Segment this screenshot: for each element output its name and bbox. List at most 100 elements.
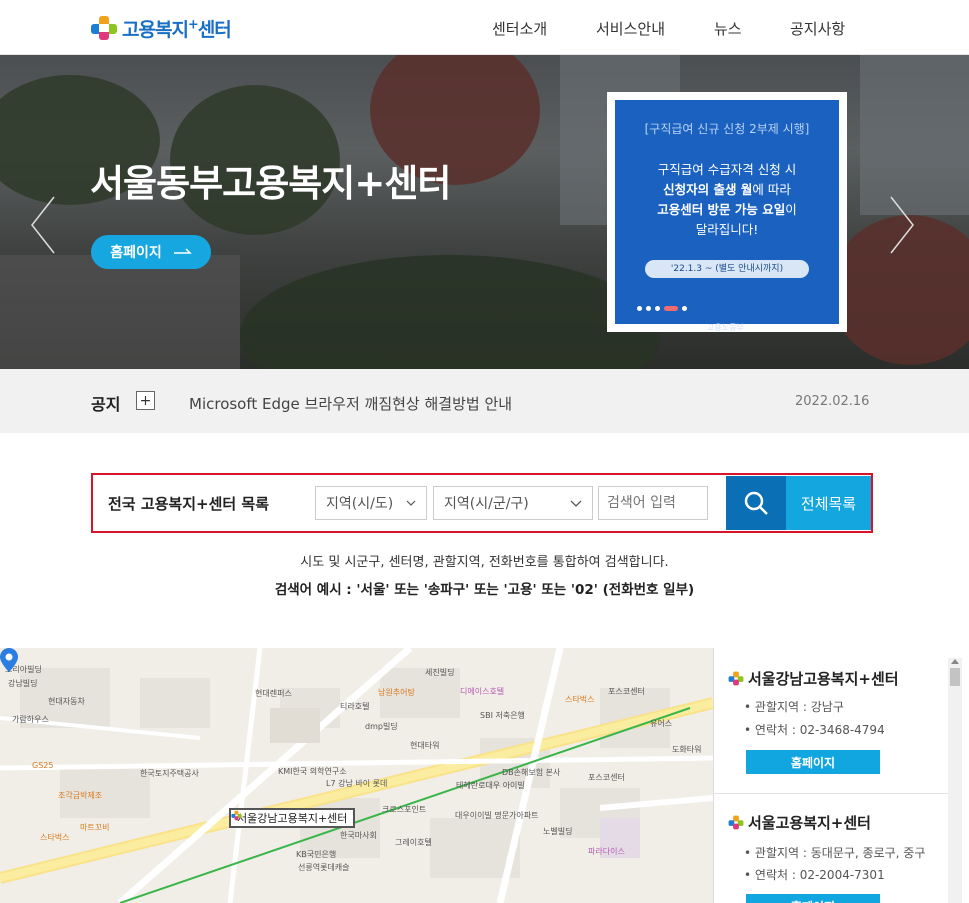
pagination-dot[interactable] — [637, 306, 642, 311]
center-map[interactable]: 코리아빌딩 강남빌딩 현대자동차 가람하우스 GS25 조각금박제조 스타벅스 … — [0, 648, 713, 903]
hero-title: 서울동부고용복지+센터 — [90, 162, 451, 205]
pagination-dot[interactable] — [655, 306, 660, 311]
scroll-up-icon[interactable] — [951, 659, 959, 664]
map-marker-label[interactable]: 서울강남고용복지+센터 — [229, 808, 356, 828]
marker-label-text: 서울강남고용복지+센터 — [237, 812, 348, 825]
region-sido-select[interactable]: 지역(시/도) — [315, 486, 427, 520]
notice-title: 공지 — [91, 395, 121, 414]
map-label: 유어스 — [650, 719, 673, 728]
building-shape — [0, 255, 240, 369]
select-value: 지역(시/군/구) — [444, 496, 529, 512]
map-label: 도화타워 — [672, 745, 702, 754]
map-label: 강남빌딩 — [8, 679, 38, 688]
map-label: 티라호텔 — [340, 702, 370, 711]
logo-cross-icon — [231, 810, 242, 821]
site-logo[interactable]: 고용복지+센터 — [90, 14, 232, 42]
list-scrollbar[interactable] — [948, 658, 962, 903]
map-label: 현대렌퍼스 — [255, 689, 292, 698]
promo-inner: [구직급여 신규 신청 2부제 시행] 구직급여 수급자격 신청 시 신청자의 … — [615, 100, 839, 332]
center-name-text: 서울고용복지+센터 — [748, 814, 871, 832]
promo-card[interactable]: [구직급여 신규 신청 2부제 시행] 구직급여 수급자격 신청 시 신청자의 … — [607, 92, 847, 332]
promo-tag: [구직급여 신규 신청 2부제 시행] — [644, 122, 810, 136]
nav-center-intro[interactable]: 센터소개 — [492, 18, 596, 39]
center-area: • 관할지역 : 강남구 — [744, 700, 844, 714]
map-label: 스타벅스 — [40, 833, 70, 842]
map-label: GS25 — [32, 761, 54, 770]
map-pin-icon[interactable] — [0, 648, 18, 672]
promo-line: 구직급여 수급자격 신청 시 — [657, 162, 797, 177]
map-label: 테헤란로대우 아이빌 — [456, 781, 525, 790]
search-input[interactable] — [598, 486, 708, 520]
map-label: 스타벅스 — [565, 695, 595, 704]
map-label: 크로스포인트 — [382, 805, 427, 814]
promo-pagination[interactable] — [637, 306, 687, 311]
map-label: 한국토지주택공사 — [140, 769, 199, 778]
map-label: 가람하우스 — [12, 715, 49, 724]
map-label: dmp빌딩 — [365, 722, 398, 731]
pagination-dot[interactable] — [682, 306, 687, 311]
center-name: 서울고용복지+센터 — [728, 812, 871, 833]
notice-link[interactable]: Microsoft Edge 브라우저 깨짐현상 해결방법 안내 — [189, 393, 512, 414]
nav-news[interactable]: 뉴스 — [714, 18, 790, 39]
center-phone: • 연락처 : 02-3468-4794 — [744, 723, 885, 737]
pagination-dot[interactable] — [646, 306, 651, 311]
center-card[interactable]: 서울고용복지+센터 • 관할지역 : 동대문구, 종로구, 중구 • 연락처 :… — [714, 794, 950, 903]
logo-cross-icon — [728, 671, 744, 686]
tree-shape — [240, 255, 660, 369]
notice-bar: 공지 + Microsoft Edge 브라우저 깨짐현상 해결방법 안내 20… — [0, 369, 969, 433]
map-label: 파라다이스 — [588, 847, 625, 856]
search-label: 전국 고용복지+센터 목록 — [108, 495, 270, 513]
map-label: KMI한국 의학연구소 — [278, 767, 347, 776]
center-area: • 관할지역 : 동대문구, 종로구, 중구 — [744, 846, 926, 860]
hero-banner: 서울동부고용복지+센터 홈페이지 [구직급여 신규 신청 2부제 시행] 구직급… — [0, 55, 969, 369]
search-button[interactable] — [726, 476, 786, 530]
chevron-down-icon — [406, 500, 416, 506]
promo-line: 달라집니다! — [695, 222, 759, 237]
logo-cross-icon — [728, 815, 744, 830]
center-homepage-button[interactable]: 홈페이지 — [746, 750, 880, 774]
promo-date-pill: '22.1.3 ~ (별도 안내시까지) — [645, 260, 809, 278]
map-label: 마트꼬비 — [80, 823, 110, 832]
main-nav: 센터소개 서비스안내 뉴스 공지사항 — [492, 18, 845, 39]
hero-homepage-button[interactable]: 홈페이지 — [91, 235, 211, 269]
center-name-text: 서울강남고용복지+센터 — [748, 670, 899, 688]
map-label: 디에이스호텔 — [460, 687, 505, 696]
map-label: 대우이이빌 명문가아파트 — [455, 811, 539, 820]
map-label: 그레이호텔 — [395, 838, 432, 847]
map-label: 조각금박제조 — [58, 791, 103, 800]
map-label: 노벨빌딩 — [543, 827, 573, 836]
nav-service-guide[interactable]: 서비스안내 — [596, 18, 714, 39]
promo-ministry-label: 고용노동부 — [707, 323, 744, 332]
view-all-button[interactable]: 전체목록 — [786, 476, 871, 530]
search-icon — [744, 491, 768, 515]
map-label: 현대타워 — [410, 741, 440, 750]
center-phone: • 연락처 : 02-2004-7301 — [744, 868, 885, 882]
map-label: 남원추어탕 — [378, 688, 415, 697]
select-value: 지역(시/도) — [326, 496, 394, 512]
search-example-text: 검색어 예시 : '서울' 또는 '송파구' 또는 '고용' 또는 '02' (… — [274, 582, 695, 598]
search-help-text: 시도 및 시군구, 센터명, 관할지역, 전화번호를 통합하여 검색합니다. — [300, 555, 669, 570]
center-list: 서울강남고용복지+센터 • 관할지역 : 강남구 • 연락처 : 02-3468… — [713, 648, 969, 903]
map-label: 포스코센터 — [608, 687, 645, 696]
promo-line: 신청자의 출생 월에 따라 — [663, 182, 791, 197]
notice-date: 2022.02.16 — [795, 394, 870, 409]
center-card[interactable]: 서울강남고용복지+센터 • 관할지역 : 강남구 • 연락처 : 02-3468… — [714, 648, 950, 794]
center-search-box: 전국 고용복지+센터 목록 지역(시/도) 지역(시/군/구) 전체목록 — [91, 473, 873, 533]
map-label: DB손해보험 본사 — [502, 768, 561, 777]
map-label: SBI 저축은행 — [480, 711, 525, 720]
slide-prev-icon[interactable] — [30, 195, 56, 255]
region-sigungu-select[interactable]: 지역(시/군/구) — [433, 486, 593, 520]
logo-text: 고용복지+센터 — [122, 17, 232, 41]
notice-more-button[interactable]: + — [136, 391, 155, 410]
arrow-right-icon — [173, 248, 192, 254]
pagination-dot-active[interactable] — [664, 306, 678, 311]
center-homepage-button[interactable]: 홈페이지 — [746, 894, 880, 903]
map-label: 포스코센터 — [588, 773, 625, 782]
map-label: KB국민은행 — [296, 850, 337, 859]
map-label: L7 강남 바이 롯데 — [326, 779, 388, 788]
scrollbar-thumb[interactable] — [950, 668, 960, 686]
nav-notice[interactable]: 공지사항 — [790, 18, 845, 39]
building-shape — [860, 55, 969, 215]
slide-next-icon[interactable] — [889, 195, 915, 255]
map-label: 한국마사회 — [340, 831, 377, 840]
